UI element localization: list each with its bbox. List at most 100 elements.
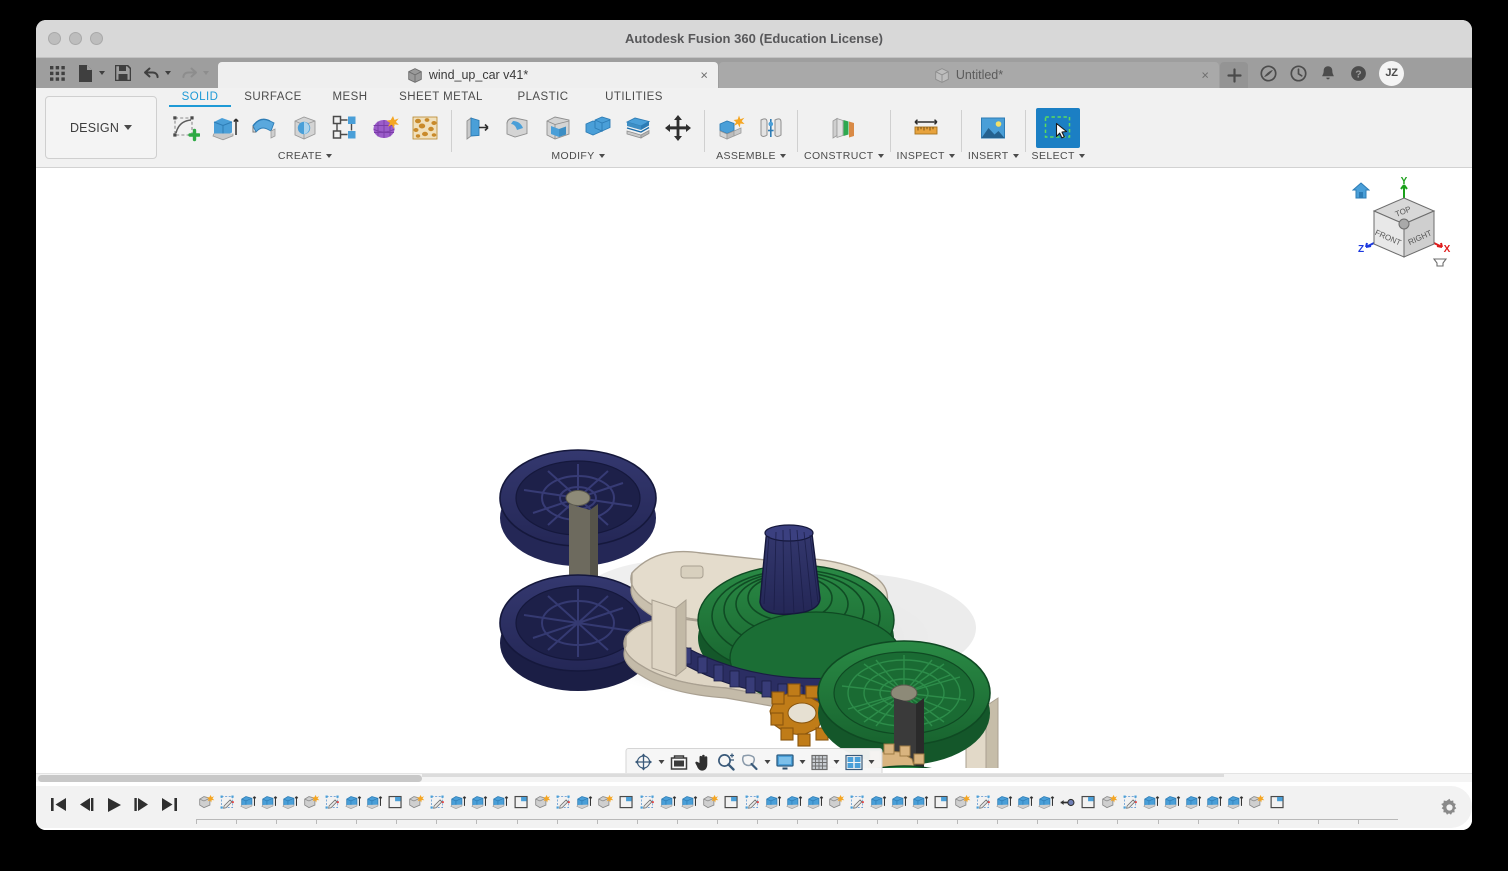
pattern-icon[interactable]	[325, 108, 365, 148]
notifications-icon[interactable]	[1314, 60, 1342, 86]
timeline-feature-extrude[interactable]	[364, 787, 385, 817]
timeline-step-forward-icon[interactable]	[133, 797, 150, 817]
document-tab-close-icon[interactable]: ×	[1201, 69, 1209, 82]
fit-caret-icon[interactable]	[764, 760, 771, 764]
timeline-feature-new-component[interactable]	[595, 787, 616, 817]
timeline-feature-new-component[interactable]	[826, 787, 847, 817]
display-settings-caret-icon[interactable]	[799, 760, 806, 764]
ribbon-group-assemble-label[interactable]: ASSEMBLE	[716, 148, 786, 164]
data-panel-icon[interactable]	[1254, 60, 1282, 86]
timeline-feature-new-component[interactable]	[532, 787, 553, 817]
help-icon[interactable]: ?	[1344, 60, 1372, 86]
tab-utilities[interactable]: UTILITIES	[589, 91, 679, 107]
fit-icon[interactable]	[739, 750, 762, 774]
timeline-feature-new-component[interactable]	[952, 787, 973, 817]
timeline-track[interactable]	[196, 787, 1426, 827]
timeline-feature-extrude[interactable]	[784, 787, 805, 817]
look-at-icon[interactable]	[668, 750, 691, 774]
timeline-feature-sketch[interactable]	[427, 787, 448, 817]
timeline-feature-plane[interactable]	[931, 787, 952, 817]
timeline-feature-extrude[interactable]	[889, 787, 910, 817]
timeline-feature-sketch[interactable]	[217, 787, 238, 817]
timeline-feature-extrude[interactable]	[1141, 787, 1162, 817]
tab-solid[interactable]: SOLID	[169, 91, 231, 107]
timeline-feature-extrude[interactable]	[1204, 787, 1225, 817]
file-menu-button[interactable]	[72, 61, 108, 85]
timeline-feature-sketch[interactable]	[847, 787, 868, 817]
new-file-icon[interactable]	[72, 61, 98, 85]
tab-sheet-metal[interactable]: SHEET METAL	[385, 91, 497, 107]
close-button[interactable]	[48, 32, 61, 45]
revolve-icon[interactable]	[245, 108, 285, 148]
timeline-feature-extrude[interactable]	[469, 787, 490, 817]
grid-snaps-caret-icon[interactable]	[833, 760, 840, 764]
ribbon-group-insert-label[interactable]: INSERT	[968, 148, 1019, 164]
workspace-selector[interactable]: DESIGN	[45, 96, 157, 159]
timeline-feature-sketch[interactable]	[322, 787, 343, 817]
ribbon-group-modify-label[interactable]: MODIFY	[551, 148, 605, 164]
timeline-feature-plane[interactable]	[1078, 787, 1099, 817]
timeline-feature-extrude[interactable]	[679, 787, 700, 817]
timeline-feature-plane[interactable]	[1267, 787, 1288, 817]
timeline-settings-icon[interactable]	[1426, 798, 1472, 817]
timeline-feature-extrude[interactable]	[259, 787, 280, 817]
timeline-feature-extrude[interactable]	[805, 787, 826, 817]
pan-icon[interactable]	[692, 750, 714, 774]
timeline-feature-extrude[interactable]	[238, 787, 259, 817]
tab-plastic[interactable]: PLASTIC	[497, 91, 589, 107]
timeline-feature-sketch[interactable]	[973, 787, 994, 817]
display-settings-icon[interactable]	[774, 750, 797, 774]
timeline-feature-extrude[interactable]	[1015, 787, 1036, 817]
timeline-feature-extrude[interactable]	[763, 787, 784, 817]
ribbon-group-select-label[interactable]: SELECT	[1032, 148, 1085, 164]
form-icon[interactable]	[365, 108, 405, 148]
tab-surface[interactable]: SURFACE	[231, 91, 315, 107]
new-component-icon[interactable]	[711, 108, 751, 148]
fillet-icon[interactable]	[498, 108, 538, 148]
sphere-icon[interactable]	[285, 108, 325, 148]
move-copy-icon[interactable]	[658, 108, 698, 148]
timeline-feature-plane[interactable]	[721, 787, 742, 817]
mesh-texture-icon[interactable]	[405, 108, 445, 148]
offset-plane-icon[interactable]	[824, 108, 864, 148]
timeline-go-to-end-icon[interactable]	[161, 797, 178, 817]
viewports-icon[interactable]	[843, 750, 866, 774]
timeline-feature-extrude[interactable]	[448, 787, 469, 817]
new-document-tab-button[interactable]	[1220, 62, 1248, 88]
timeline-feature-extrude[interactable]	[574, 787, 595, 817]
timeline-feature-sketch[interactable]	[1120, 787, 1141, 817]
user-avatar[interactable]: JZ	[1379, 60, 1404, 86]
timeline-feature-extrude[interactable]	[1036, 787, 1057, 817]
timeline-feature-new-component[interactable]	[1246, 787, 1267, 817]
timeline-play-icon[interactable]	[106, 797, 122, 818]
undo-button[interactable]	[138, 61, 174, 85]
timeline-feature-sketch[interactable]	[553, 787, 574, 817]
job-status-icon[interactable]	[1284, 60, 1312, 86]
canvas-scrollbar[interactable]	[36, 773, 1472, 782]
viewcube[interactable]: Y X Z TOP FRONT RIGHT	[1344, 176, 1454, 276]
timeline-feature-extrude[interactable]	[490, 787, 511, 817]
timeline-step-back-icon[interactable]	[78, 797, 95, 817]
wind-up-car-model[interactable]	[36, 168, 1472, 768]
timeline-feature-extrude[interactable]	[910, 787, 931, 817]
combine-icon[interactable]	[578, 108, 618, 148]
minimize-button[interactable]	[69, 32, 82, 45]
3d-viewport-canvas[interactable]: Y X Z TOP FRONT RIGHT	[36, 168, 1472, 782]
undo-caret-icon[interactable]	[165, 71, 171, 75]
ribbon-group-construct-label[interactable]: CONSTRUCT	[804, 148, 884, 164]
timeline-feature-new-component[interactable]	[406, 787, 427, 817]
select-tool-icon[interactable]	[1036, 108, 1081, 148]
timeline-feature-extrude[interactable]	[1183, 787, 1204, 817]
document-tab-wind-up-car[interactable]: wind_up_car v41* ×	[218, 62, 718, 88]
timeline-feature-sketch[interactable]	[637, 787, 658, 817]
grid-snaps-icon[interactable]	[809, 750, 831, 774]
timeline-feature-extrude[interactable]	[343, 787, 364, 817]
canvas-scrollbar-track[interactable]	[422, 774, 1224, 777]
timeline-feature-extrude[interactable]	[994, 787, 1015, 817]
create-sketch-icon[interactable]	[165, 108, 205, 148]
tab-mesh[interactable]: MESH	[315, 91, 385, 107]
measure-icon[interactable]	[906, 108, 946, 148]
app-grid-icon[interactable]	[44, 61, 70, 85]
viewports-caret-icon[interactable]	[868, 760, 875, 764]
save-icon[interactable]	[110, 61, 136, 85]
